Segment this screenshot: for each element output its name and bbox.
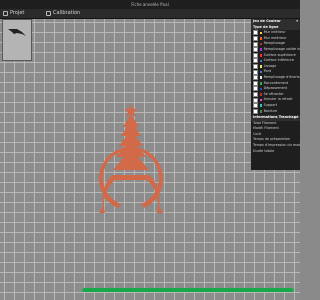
visibility-checkbox[interactable]	[253, 80, 258, 86]
visibility-checkbox[interactable]	[253, 36, 258, 42]
visibility-checkbox[interactable]	[253, 75, 258, 81]
visibility-checkbox[interactable]	[253, 69, 258, 75]
slicing-info-list: Total Filament Modèl Filament Coût Temps de…	[251, 121, 300, 155]
visibility-checkbox[interactable]	[253, 64, 258, 70]
legend-panel: Jeu de Couleur ▾ Type de ligne Mur intér…	[251, 19, 300, 170]
color-swatch	[259, 104, 263, 107]
line-types-list: Mur intérieur Mur extérieur Remplissage Rem…	[251, 30, 300, 114]
color-swatch	[259, 70, 263, 74]
line-type-item[interactable]: Bordure	[251, 109, 300, 115]
color-swatch	[259, 82, 263, 85]
color-swatch	[259, 37, 263, 40]
line-type-label: Bordure	[263, 108, 278, 113]
color-swatch	[259, 110, 263, 113]
color-swatch	[259, 76, 263, 80]
visibility-checkbox[interactable]	[253, 47, 258, 53]
print-progress-fill	[82, 288, 294, 292]
color-swatch	[259, 93, 263, 96]
color-swatch	[259, 59, 263, 63]
ring-model[interactable]	[98, 104, 163, 213]
color-swatch	[259, 87, 263, 91]
visibility-checkbox[interactable]	[253, 30, 258, 36]
visibility-checkbox[interactable]	[253, 41, 258, 47]
color-swatch	[259, 31, 263, 35]
visibility-checkbox[interactable]	[253, 97, 258, 103]
color-swatch	[259, 54, 263, 57]
visibility-checkbox[interactable]	[253, 92, 258, 98]
visibility-checkbox[interactable]	[253, 58, 258, 64]
plate-thumbnail[interactable]	[2, 19, 32, 61]
visibility-checkbox[interactable]	[253, 108, 258, 114]
chevron-down-icon: ▾	[296, 19, 298, 23]
visibility-checkbox[interactable]	[253, 86, 258, 92]
slicing-info-item: Durée totale	[253, 148, 275, 153]
plate-preview	[8, 29, 26, 36]
color-swatch	[259, 42, 263, 46]
visibility-checkbox[interactable]	[253, 103, 258, 109]
color-swatch	[259, 98, 263, 102]
print-progress-bar	[82, 288, 294, 292]
color-swatch	[259, 48, 263, 52]
color-swatch	[259, 65, 263, 68]
visibility-checkbox[interactable]	[253, 52, 258, 58]
